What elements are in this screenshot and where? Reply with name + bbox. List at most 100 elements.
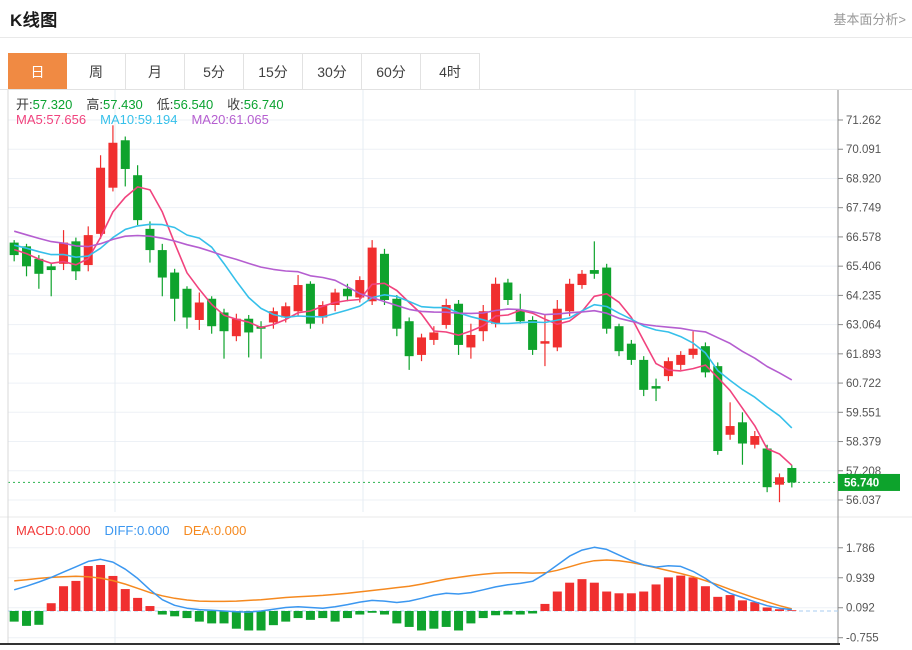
candle-body[interactable] xyxy=(379,253,389,301)
candle-body[interactable] xyxy=(59,242,69,264)
candle-body[interactable] xyxy=(207,298,217,327)
tab-interval-2[interactable]: 周 xyxy=(67,53,126,90)
y-axis-label: 58.379 xyxy=(846,437,881,449)
y-axis-label: 56.037 xyxy=(846,495,881,507)
macd-bar xyxy=(231,611,241,629)
tab-interval-4[interactable]: 5分 xyxy=(185,53,244,90)
macd-bar xyxy=(256,611,266,631)
candle-body[interactable] xyxy=(614,326,624,352)
tab-interval-1[interactable]: 日 xyxy=(8,53,67,90)
candle-body[interactable] xyxy=(454,303,464,345)
candle-body[interactable] xyxy=(750,436,760,445)
macd-bar xyxy=(318,611,328,619)
macd-bar xyxy=(441,611,451,627)
fundamental-analysis-link[interactable]: 基本面分析> xyxy=(833,9,906,28)
candle-body[interactable] xyxy=(342,288,352,297)
candle-body[interactable] xyxy=(466,334,476,348)
candle-body[interactable] xyxy=(429,332,439,340)
candle-body[interactable] xyxy=(170,272,180,299)
candle-body[interactable] xyxy=(367,247,377,302)
kline-app: K线图 基本面分析> 日周月 5分 15分 30分 60分 4时 71.262 70.091… xyxy=(0,0,912,650)
macd-bar xyxy=(219,611,229,624)
macd-bar xyxy=(182,611,192,619)
macd-bar xyxy=(9,611,19,622)
candle-body[interactable] xyxy=(540,341,550,344)
candle-body[interactable] xyxy=(626,343,636,360)
macd-axis-label: 0.939 xyxy=(846,573,875,585)
candle-body[interactable] xyxy=(602,267,612,329)
tab-interval-7[interactable]: 60分 xyxy=(362,53,421,90)
candle-body[interactable] xyxy=(528,319,538,350)
macd-bar xyxy=(22,611,32,626)
candle-body[interactable] xyxy=(305,283,315,324)
tab-interval-6[interactable]: 30分 xyxy=(303,53,362,90)
y-axis-label: 63.064 xyxy=(846,320,882,332)
macd-bar xyxy=(639,591,649,611)
candle-body[interactable] xyxy=(577,273,587,286)
candle-body[interactable] xyxy=(392,298,402,329)
ma-line-ma5 xyxy=(13,186,793,466)
macd-bar xyxy=(700,586,710,611)
y-axis-label: 66.578 xyxy=(846,232,881,244)
candle-body[interactable] xyxy=(417,337,427,355)
candle-body[interactable] xyxy=(565,283,575,312)
candle-body[interactable] xyxy=(688,348,698,355)
tab-interval-8[interactable]: 4时 xyxy=(421,53,480,90)
macd-bar xyxy=(737,600,747,611)
macd-bar xyxy=(71,580,81,611)
candle-body[interactable] xyxy=(639,359,649,390)
candle-body[interactable] xyxy=(182,288,192,318)
y-axis-label: 67.749 xyxy=(846,203,881,215)
candle-body[interactable] xyxy=(194,302,204,320)
y-axis-label: 65.406 xyxy=(846,261,881,273)
candlestick-macd-chart[interactable]: 71.262 70.091 68.920 67.749 66.578 65.406 64.2… xyxy=(0,90,912,648)
candle-body[interactable] xyxy=(774,477,784,485)
candle-body[interactable] xyxy=(9,242,19,256)
candle-body[interactable] xyxy=(589,270,599,274)
candle-body[interactable] xyxy=(281,306,291,318)
header: K线图 基本面分析> xyxy=(10,6,906,34)
candle-body[interactable] xyxy=(713,366,723,452)
candle-body[interactable] xyxy=(157,250,167,278)
candle-body[interactable] xyxy=(145,228,155,251)
candle-body[interactable] xyxy=(762,448,772,488)
candle-body[interactable] xyxy=(231,318,241,337)
candle-body[interactable] xyxy=(108,142,118,188)
macd-bar xyxy=(552,591,562,611)
macd-bar xyxy=(305,611,315,620)
candle-body[interactable] xyxy=(651,386,661,389)
macd-bar xyxy=(626,593,636,611)
macd-bar xyxy=(429,611,439,629)
candle-body[interactable] xyxy=(46,266,56,271)
macd-bar xyxy=(565,582,575,611)
macd-bar xyxy=(194,611,204,622)
macd-bar xyxy=(404,611,414,627)
candle-body[interactable] xyxy=(133,175,143,221)
macd-bar xyxy=(367,611,377,613)
candle-body[interactable] xyxy=(503,282,513,301)
macd-bar xyxy=(379,611,389,615)
macd-bar xyxy=(602,591,612,611)
macd-bar xyxy=(589,582,599,611)
y-axis-label: 60.722 xyxy=(846,378,881,390)
tab-interval-5[interactable]: 15分 xyxy=(244,53,303,90)
candle-body[interactable] xyxy=(120,140,130,169)
macd-bar xyxy=(83,566,93,611)
candle-body[interactable] xyxy=(96,167,106,234)
candle-body[interactable] xyxy=(34,258,44,274)
macd-bar xyxy=(170,611,180,617)
candle-body[interactable] xyxy=(787,467,797,483)
macd-bar xyxy=(466,611,476,624)
macd-bar xyxy=(392,611,402,624)
candle-body[interactable] xyxy=(404,321,414,357)
macd-bar xyxy=(577,579,587,611)
tab-interval-3[interactable]: 月 xyxy=(126,53,185,90)
candle-body[interactable] xyxy=(293,285,303,312)
macd-axis-label: 0.092 xyxy=(846,603,875,615)
macd-bar xyxy=(676,575,686,611)
candle-body[interactable] xyxy=(676,354,686,365)
candle-body[interactable] xyxy=(725,426,735,435)
macd-bar xyxy=(417,611,427,631)
macd-bar xyxy=(528,611,538,614)
candle-body[interactable] xyxy=(737,422,747,444)
